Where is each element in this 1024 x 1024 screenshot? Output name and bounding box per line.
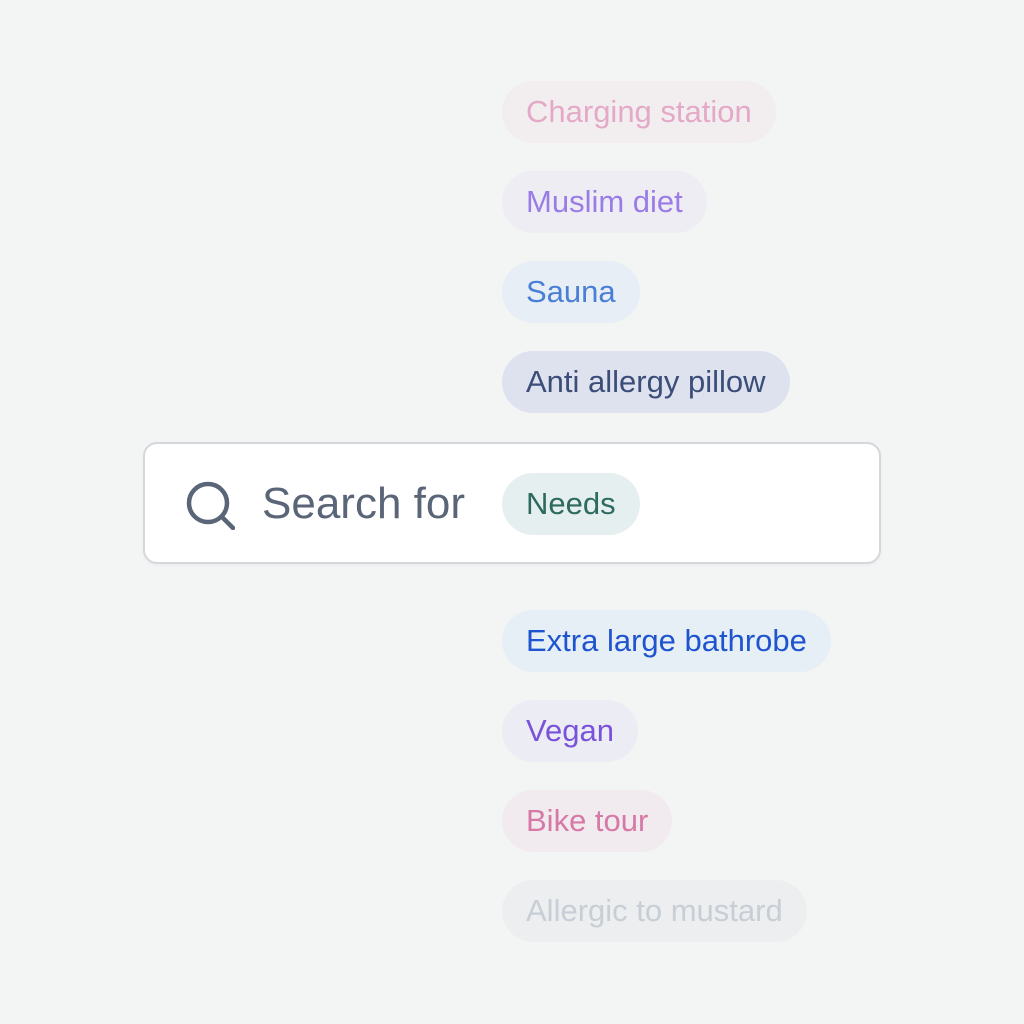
suggestion-chip-bike-tour[interactable]: Bike tour [502,790,673,852]
suggestion-chip-allergic-to-mustard[interactable]: Allergic to mustard [502,880,807,942]
suggestion-chip-sauna[interactable]: Sauna [502,261,640,323]
category-chip-needs[interactable]: Needs [502,473,640,535]
search-label: Search for [262,479,465,528]
search-icon [186,481,235,530]
suggestion-chip-anti-allergy-pillow[interactable]: Anti allergy pillow [502,351,790,413]
suggestion-chip-muslim-diet[interactable]: Muslim diet [502,171,707,233]
suggestion-chip-vegan[interactable]: Vegan [502,700,638,762]
suggestion-chip-charging-station[interactable]: Charging station [502,81,776,143]
suggestion-chip-extra-large-bathrobe[interactable]: Extra large bathrobe [502,610,831,672]
search-bar[interactable]: Search for Needs [143,442,881,564]
